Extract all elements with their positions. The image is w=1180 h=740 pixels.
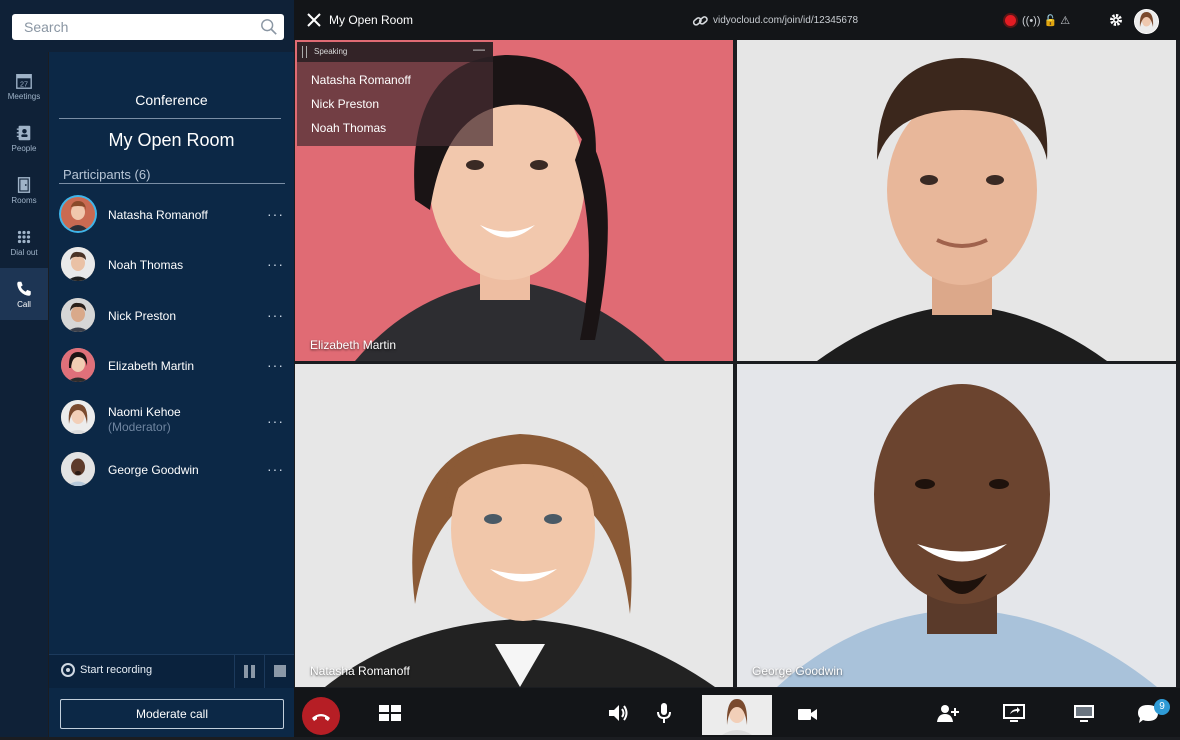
participant-row[interactable]: Nick Preston ··· — [49, 291, 294, 339]
rail-label-rooms: Rooms — [11, 195, 37, 205]
pause-recording-button[interactable] — [234, 655, 265, 688]
avatar — [61, 298, 95, 332]
participant-row[interactable]: Natasha Romanoff ··· — [49, 190, 294, 238]
stop-icon — [274, 665, 286, 677]
dialpad-icon — [17, 230, 31, 243]
contacts-icon — [16, 125, 31, 140]
speaking-name: Noah Thomas — [311, 121, 387, 135]
pause-icon — [244, 665, 255, 678]
video-tile-active-speaker[interactable]: Natasha Romanoff — [295, 364, 733, 687]
participant-more-button[interactable]: ··· — [267, 461, 284, 477]
rail-label-people: People — [11, 143, 37, 153]
participant-row[interactable]: George Goodwin ··· — [49, 445, 294, 493]
room-title: My Open Room — [329, 13, 414, 27]
start-recording-button[interactable]: Start recording — [80, 664, 152, 676]
monitor-icon[interactable] — [1072, 701, 1096, 725]
speaker-icon[interactable] — [606, 701, 630, 725]
participant-more-button[interactable]: ··· — [267, 256, 284, 272]
rail-item-call[interactable]: Call — [0, 268, 48, 320]
left-rail: 27 Meetings People Rooms Dial out Call — [0, 52, 48, 737]
status-icons: ((•)) 🔓 ⚠ — [1022, 15, 1071, 27]
chat-unread-badge: 9 — [1154, 699, 1170, 715]
record-icon[interactable] — [61, 663, 75, 677]
layout-grid-icon[interactable] — [378, 701, 402, 725]
moderate-area: Moderate call — [49, 688, 294, 737]
calendar-icon: 27 — [16, 73, 32, 89]
recording-bar: Start recording — [49, 654, 294, 688]
participant-name: Nick Preston — [108, 309, 177, 323]
door-icon — [17, 176, 31, 193]
video-tile[interactable]: George Goodwin — [737, 364, 1176, 687]
participant-row[interactable]: Naomi Kehoe (Moderator) ··· — [49, 393, 294, 441]
speaking-panel-header[interactable]: Speaking — — [297, 42, 493, 62]
participant-row[interactable]: Noah Thomas ··· — [49, 240, 294, 288]
share-screen-icon[interactable] — [1002, 701, 1026, 725]
participant-row[interactable]: Elizabeth Martin ··· — [49, 341, 294, 389]
top-bar: My Open Room vidyocloud.com/join/id/1234… — [294, 0, 1180, 40]
speaking-name: Nick Preston — [311, 97, 380, 111]
search-input[interactable]: Search — [12, 14, 284, 40]
participant-video — [737, 40, 1176, 361]
rail-item-meetings[interactable]: 27 Meetings — [0, 60, 48, 112]
participants-heading[interactable]: Participants (6) — [63, 167, 150, 182]
svg-text:27: 27 — [20, 79, 28, 88]
rail-label-call: Call — [17, 299, 31, 309]
participant-role: (Moderator) — [108, 420, 171, 434]
avatar — [61, 197, 95, 231]
drag-handle-icon[interactable] — [302, 46, 307, 58]
participant-more-button[interactable]: ··· — [267, 206, 284, 222]
participant-name: Naomi Kehoe — [108, 405, 181, 419]
tile-name: George Goodwin — [752, 664, 843, 678]
close-icon[interactable] — [306, 12, 322, 28]
self-view-preview[interactable] — [702, 695, 772, 735]
conference-heading: Conference — [135, 92, 208, 108]
add-participant-icon[interactable] — [936, 701, 960, 725]
room-name: My Open Room — [108, 130, 235, 150]
microphone-icon[interactable] — [652, 701, 676, 725]
minimize-button[interactable]: — — [473, 42, 485, 56]
recording-indicator-icon — [1005, 15, 1016, 26]
room-link[interactable]: vidyocloud.com/join/id/12345678 — [713, 15, 858, 26]
tile-name: Natasha Romanoff — [310, 664, 410, 678]
participant-more-button[interactable]: ··· — [267, 357, 284, 373]
gear-icon[interactable] — [1108, 12, 1124, 28]
participant-video — [737, 364, 1176, 687]
phone-icon — [17, 281, 31, 296]
moderate-call-button[interactable]: Moderate call — [60, 699, 284, 729]
participant-name: Noah Thomas — [108, 258, 184, 272]
divider — [59, 118, 281, 119]
conference-panel: Conference My Open Room Participants (6)… — [49, 52, 294, 737]
hang-up-icon — [312, 714, 330, 721]
stop-recording-button[interactable] — [264, 655, 295, 688]
end-call-button[interactable] — [302, 697, 340, 735]
participant-more-button[interactable]: ··· — [267, 413, 284, 429]
speaking-panel: Speaking — Natasha Romanoff Nick Preston… — [297, 42, 493, 146]
user-avatar[interactable] — [1134, 9, 1159, 34]
search-placeholder: Search — [24, 19, 69, 35]
participant-name: Elizabeth Martin — [108, 359, 195, 373]
avatar — [61, 400, 95, 434]
avatar — [61, 247, 95, 281]
rail-item-rooms[interactable]: Rooms — [0, 164, 48, 216]
camera-icon[interactable] — [796, 702, 820, 726]
rail-item-people[interactable]: People — [0, 112, 48, 164]
rail-item-dial-out[interactable]: Dial out — [0, 216, 48, 268]
participant-name: Natasha Romanoff — [108, 208, 208, 222]
participant-name: George Goodwin — [108, 463, 199, 477]
participant-more-button[interactable]: ··· — [267, 307, 284, 323]
avatar — [61, 348, 95, 382]
rail-label-dial-out: Dial out — [10, 247, 38, 257]
search-icon[interactable] — [260, 18, 278, 36]
speaking-title: Speaking — [314, 47, 348, 56]
participant-video — [295, 364, 733, 687]
link-icon[interactable] — [692, 13, 708, 29]
video-tile[interactable] — [737, 40, 1176, 361]
rail-label-meetings: Meetings — [7, 91, 41, 101]
bottom-bar: 9 — [294, 688, 1180, 737]
tile-name: Elizabeth Martin — [310, 338, 397, 352]
avatar — [61, 452, 95, 486]
divider — [59, 183, 285, 184]
speaking-name: Natasha Romanoff — [311, 73, 411, 87]
search-band: Search — [0, 0, 294, 52]
